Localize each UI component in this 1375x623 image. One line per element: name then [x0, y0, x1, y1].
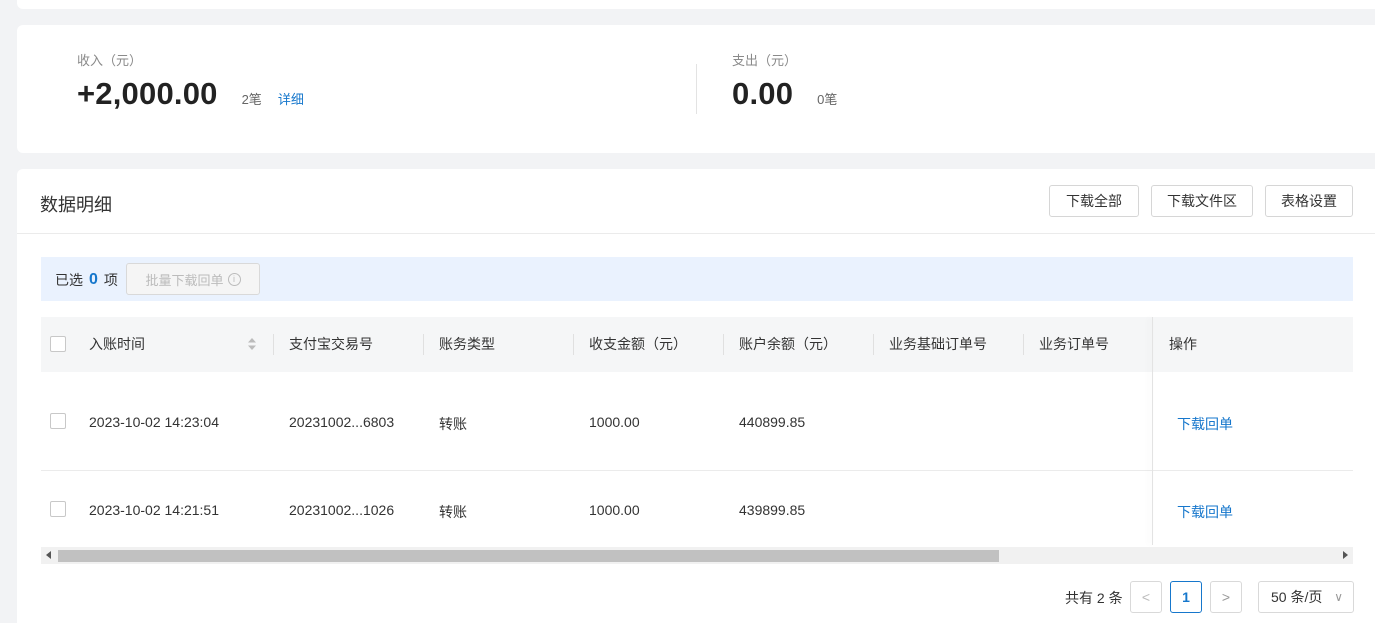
cell-time: 2023-10-02 14:23:04 — [89, 414, 219, 430]
column-separator — [273, 334, 274, 355]
selection-bar: 已选 0 项 批量下载回单 i — [41, 257, 1353, 301]
expense-stat: 支出（元） 0.00 0笔 — [732, 52, 837, 112]
scrollbar-thumb[interactable] — [58, 550, 999, 562]
detail-card: 数据明细 下载全部 下载文件区 表格设置 已选 0 项 批量下载回单 i 入账时… — [17, 169, 1375, 623]
cell-balance: 439899.85 — [739, 502, 806, 518]
scroll-left-icon[interactable] — [46, 551, 51, 559]
cell-amount: 1000.00 — [589, 502, 640, 518]
income-label: 收入（元） — [77, 53, 143, 68]
batch-download-label: 批量下载回单 — [145, 272, 224, 288]
table-row: 2023-10-02 14:23:04 20231002...6803 转账 1… — [41, 372, 1353, 471]
cell-trade-no: 20231002...6803 — [289, 414, 395, 430]
page-size-select[interactable]: 50 条/页 ∨ — [1258, 581, 1354, 613]
horizontal-scrollbar[interactable] — [41, 547, 1353, 564]
download-receipt-link[interactable]: 下载回单 — [1177, 414, 1233, 434]
income-detail-link[interactable]: 详细 — [278, 89, 304, 108]
selection-suffix: 项 — [103, 272, 118, 288]
column-header-trade-no: 支付宝交易号 — [289, 336, 373, 352]
expense-label: 支出（元） — [732, 53, 798, 68]
column-header-order: 业务订单号 — [1039, 336, 1109, 352]
column-separator — [423, 334, 424, 355]
page-size-label: 50 条/页 — [1271, 589, 1323, 605]
page-1-button[interactable]: 1 — [1170, 581, 1202, 613]
column-separator — [873, 334, 874, 355]
detail-title: 数据明细 — [40, 195, 112, 215]
income-count: 2笔 — [241, 92, 262, 107]
selection-count: 0 — [89, 271, 98, 288]
cell-type: 转账 — [439, 504, 467, 520]
table-header: 入账时间 支付宝交易号 账务类型 收支金额（元） 账户余额（元） 业务基础订单号… — [41, 317, 1353, 372]
summary-divider — [696, 64, 697, 114]
transactions-table: 入账时间 支付宝交易号 账务类型 收支金额（元） 账户余额（元） 业务基础订单号… — [41, 317, 1353, 545]
select-all-checkbox[interactable] — [50, 336, 66, 352]
cell-balance: 440899.85 — [739, 414, 806, 430]
column-header-base-order: 业务基础订单号 — [889, 336, 987, 352]
column-header-time[interactable]: 入账时间 — [89, 317, 145, 372]
header-divider — [17, 233, 1375, 234]
row-checkbox[interactable] — [50, 501, 66, 517]
prev-page-button[interactable]: < — [1130, 581, 1162, 613]
table-row: 2023-10-02 14:21:51 20231002...1026 转账 1… — [41, 471, 1353, 548]
selection-summary: 已选 0 项 — [55, 270, 118, 290]
cell-amount: 1000.00 — [589, 414, 640, 430]
download-all-button[interactable]: 下载全部 — [1049, 185, 1139, 217]
column-separator — [1023, 334, 1024, 355]
download-files-button[interactable]: 下载文件区 — [1151, 185, 1253, 217]
column-header-type: 账务类型 — [439, 336, 495, 352]
expense-amount: 0.00 — [732, 76, 794, 111]
download-receipt-link[interactable]: 下载回单 — [1177, 502, 1233, 522]
column-header-balance: 账户余额（元） — [739, 336, 837, 352]
chevron-down-icon: ∨ — [1334, 590, 1343, 604]
summary-card: 收入（元） +2,000.00 2笔 详细 支出（元） 0.00 0笔 — [17, 25, 1375, 153]
row-checkbox[interactable] — [50, 413, 66, 429]
column-separator — [723, 334, 724, 355]
batch-download-button[interactable]: 批量下载回单 i — [126, 263, 260, 295]
cell-time: 2023-10-02 14:21:51 — [89, 502, 219, 518]
scroll-right-icon[interactable] — [1343, 551, 1348, 559]
selection-prefix: 已选 — [55, 272, 83, 288]
top-card — [17, 0, 1375, 9]
income-amount: +2,000.00 — [77, 76, 218, 111]
column-separator — [573, 334, 574, 355]
income-stat: 收入（元） +2,000.00 2笔 详细 — [77, 52, 304, 112]
fixed-column-divider — [1152, 317, 1153, 545]
cell-trade-no: 20231002...1026 — [289, 502, 395, 518]
table-settings-button[interactable]: 表格设置 — [1265, 185, 1353, 217]
column-header-amount: 收支金额（元） — [589, 336, 687, 352]
info-icon: i — [227, 272, 241, 286]
column-header-action: 操作 — [1169, 336, 1197, 352]
sort-icon[interactable] — [247, 337, 257, 351]
cell-type: 转账 — [439, 416, 467, 432]
expense-count: 0笔 — [817, 92, 838, 107]
next-page-button[interactable]: > — [1210, 581, 1242, 613]
total-count: 共有 2 条 — [1065, 590, 1123, 606]
